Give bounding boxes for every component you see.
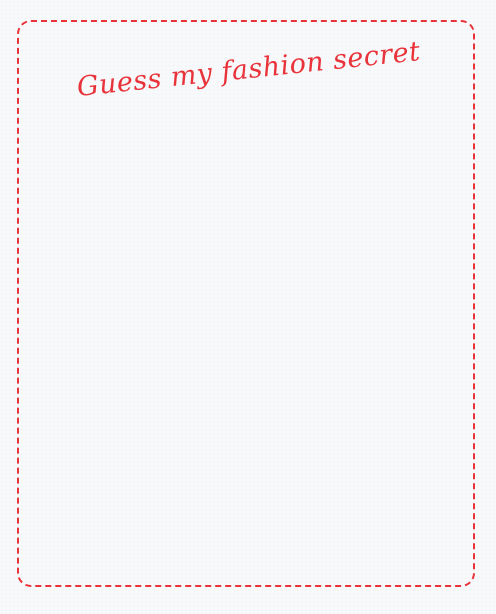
- card-title: Guess my fashion secret: [75, 36, 421, 103]
- title-graphic: Guess my fashion secret: [75, 36, 421, 103]
